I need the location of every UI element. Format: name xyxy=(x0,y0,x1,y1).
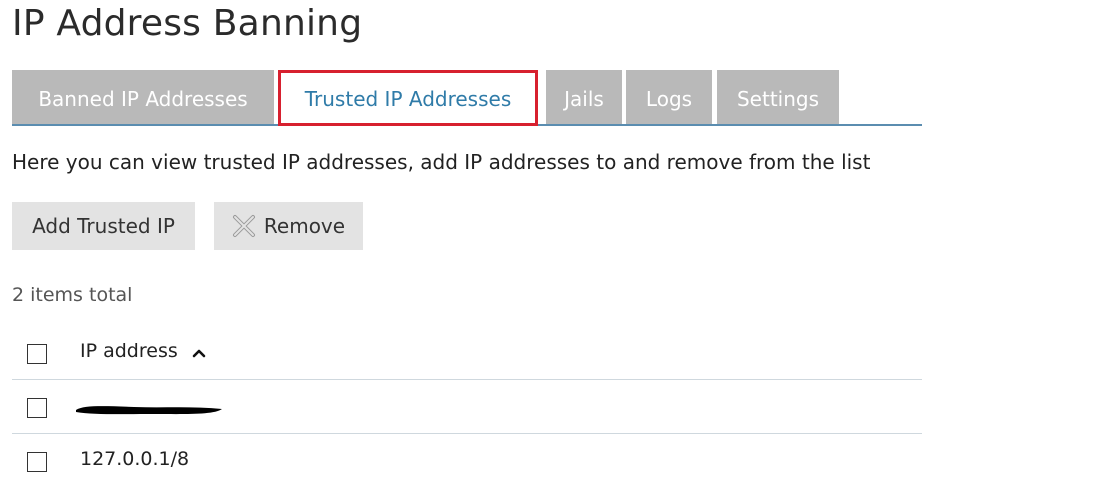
ip-address-value: 127.0.0.1/8 xyxy=(80,448,190,470)
page: IP Address Banning Banned IP Addresses T… xyxy=(0,0,1113,501)
tab-banned-ip-addresses[interactable]: Banned IP Addresses xyxy=(12,70,274,124)
row-checkbox[interactable] xyxy=(27,452,47,472)
close-x-icon xyxy=(232,214,256,238)
page-title: IP Address Banning xyxy=(12,3,363,44)
trusted-ip-table: IP address 127.0.0.1/8 xyxy=(12,326,922,488)
tab-jails[interactable]: Jails xyxy=(546,70,622,124)
tab-logs[interactable]: Logs xyxy=(626,70,712,124)
page-description: Here you can view trusted IP addresses, … xyxy=(12,150,871,174)
remove-button[interactable]: Remove xyxy=(214,202,363,250)
sort-ascending-icon xyxy=(192,341,206,363)
add-trusted-ip-label: Add Trusted IP xyxy=(32,214,175,238)
tab-settings[interactable]: Settings xyxy=(717,70,839,124)
table-row xyxy=(12,380,922,434)
tab-bar: Banned IP Addresses Trusted IP Addresses… xyxy=(12,70,922,126)
remove-label: Remove xyxy=(263,214,346,238)
select-all-checkbox[interactable] xyxy=(27,344,47,364)
items-total-count: 2 items total xyxy=(12,284,133,306)
redacted-ip-value xyxy=(74,402,224,415)
column-header-ip-address[interactable]: IP address xyxy=(80,340,206,363)
column-header-label: IP address xyxy=(80,340,178,362)
row-checkbox[interactable] xyxy=(27,398,47,418)
tab-trusted-ip-addresses[interactable]: Trusted IP Addresses xyxy=(278,70,538,126)
table-header-row: IP address xyxy=(12,326,922,380)
table-row: 127.0.0.1/8 xyxy=(12,434,922,488)
add-trusted-ip-button[interactable]: Add Trusted IP xyxy=(12,202,195,250)
